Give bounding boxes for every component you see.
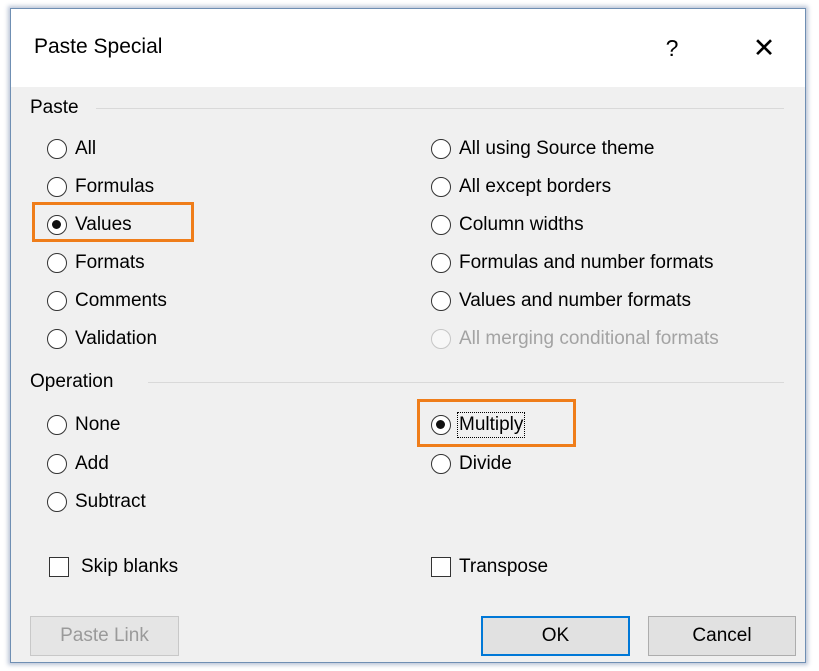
option-label: Subtract <box>75 491 146 512</box>
radio-button[interactable] <box>431 177 451 197</box>
operation-group-divider <box>148 382 784 383</box>
paste-option-all-except-borders[interactable]: All except borders <box>431 173 611 201</box>
option-label: All using Source theme <box>459 138 655 159</box>
paste-option-all-using-source-theme[interactable]: All using Source theme <box>431 135 654 163</box>
paste-option-column-widths[interactable]: Column widths <box>431 211 584 239</box>
radio-button[interactable] <box>47 139 67 159</box>
radio-button[interactable] <box>431 139 451 159</box>
transpose-checkbox[interactable]: Transpose <box>431 553 548 581</box>
radio-button-selected[interactable] <box>431 415 451 435</box>
paste-option-comments[interactable]: Comments <box>47 287 167 315</box>
ok-button[interactable]: OK <box>481 616 630 656</box>
option-label: All except borders <box>459 176 612 197</box>
radio-button[interactable] <box>47 454 67 474</box>
operation-option-divide[interactable]: Divide <box>431 450 512 478</box>
radio-button[interactable] <box>47 177 67 197</box>
radio-button-selected[interactable] <box>47 215 67 235</box>
option-label: Values <box>75 214 132 235</box>
checkbox-box[interactable] <box>49 557 69 577</box>
paste-option-all[interactable]: All <box>47 135 96 163</box>
operation-option-none[interactable]: None <box>47 411 120 439</box>
operation-option-add[interactable]: Add <box>47 450 109 478</box>
option-label: Validation <box>75 328 158 349</box>
paste-option-values-and-number-formats[interactable]: Values and number formats <box>431 287 691 315</box>
radio-button[interactable] <box>431 215 451 235</box>
dialog-title: Paste Special <box>34 35 163 58</box>
close-icon[interactable]: ✕ <box>747 31 781 65</box>
radio-button-disabled <box>431 329 451 349</box>
option-label: All merging conditional formats <box>459 328 719 349</box>
checkbox-label: Transpose <box>459 556 549 577</box>
paste-option-all-merging-conditional-formats: All merging conditional formats <box>431 325 719 353</box>
help-icon[interactable]: ? <box>657 31 687 65</box>
paste-option-values[interactable]: Values <box>47 211 132 239</box>
paste-group-label: Paste <box>30 97 79 118</box>
operation-group-label: Operation <box>30 371 114 392</box>
cancel-button[interactable]: Cancel <box>648 616 796 656</box>
paste-option-validation[interactable]: Validation <box>47 325 157 353</box>
checkbox-box[interactable] <box>431 557 451 577</box>
title-bar: Paste Special ? ✕ <box>11 9 805 87</box>
option-label: Formulas <box>75 176 155 197</box>
option-label: Formats <box>75 252 145 273</box>
option-label: Add <box>75 453 109 474</box>
radio-button[interactable] <box>47 492 67 512</box>
skip-blanks-checkbox[interactable]: Skip blanks <box>49 553 178 581</box>
operation-option-multiply[interactable]: Multiply <box>431 411 526 439</box>
paste-group-divider <box>96 108 784 109</box>
paste-special-dialog: Paste Special ? ✕ Paste All Formulas Val… <box>10 8 806 663</box>
option-label: Multiply <box>456 412 526 438</box>
paste-option-formulas-and-number-formats[interactable]: Formulas and number formats <box>431 249 714 277</box>
radio-button[interactable] <box>47 291 67 311</box>
paste-option-formats[interactable]: Formats <box>47 249 145 277</box>
option-label: All <box>75 138 97 159</box>
option-label: Divide <box>459 453 512 474</box>
radio-button[interactable] <box>431 291 451 311</box>
option-label: Comments <box>75 290 167 311</box>
radio-button[interactable] <box>431 253 451 273</box>
paste-option-formulas[interactable]: Formulas <box>47 173 154 201</box>
paste-link-button: Paste Link <box>30 616 179 656</box>
option-label: None <box>75 414 121 435</box>
option-label: Column widths <box>459 214 584 235</box>
option-label: Values and number formats <box>459 290 691 311</box>
option-label: Formulas and number formats <box>459 252 714 273</box>
checkbox-label: Skip blanks <box>81 556 179 577</box>
radio-button[interactable] <box>47 329 67 349</box>
operation-option-subtract[interactable]: Subtract <box>47 488 146 516</box>
radio-button[interactable] <box>47 415 67 435</box>
radio-button[interactable] <box>47 253 67 273</box>
radio-button[interactable] <box>431 454 451 474</box>
